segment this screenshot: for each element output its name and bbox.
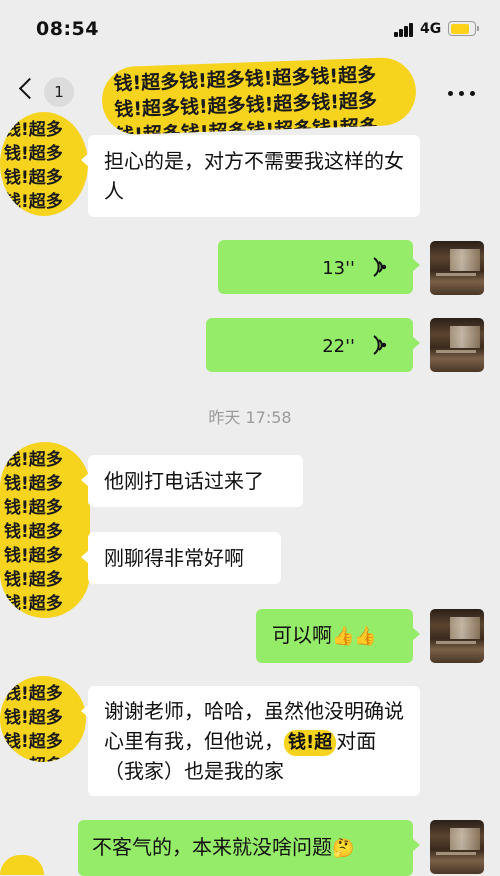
chevron-left-icon xyxy=(18,77,41,100)
voice-duration: 13'' xyxy=(322,258,355,279)
contact-avatar xyxy=(0,855,44,875)
message-text: 担心的是，对方不需要我这样的女人 xyxy=(104,149,404,203)
back-button[interactable]: 1 xyxy=(8,68,78,118)
thinking-face-icon: 🤔 xyxy=(332,837,355,859)
contact-avatar[interactable]: 钱!超多钱!超多钱!超多钱!超多钱!超多钱!超多钱!超多钱!超多钱!超多钱!超多… xyxy=(0,442,90,618)
contact-avatar[interactable]: 钱!超多钱!超多钱!超多钱!超多钱!超多钱!超多钱!超多钱!超多钱!超多钱!超多… xyxy=(0,112,88,216)
battery-icon xyxy=(448,21,479,36)
message-text: 可以啊 xyxy=(272,623,332,647)
message-text: 刚聊得非常好啊 xyxy=(104,546,244,570)
message-bubble-incoming[interactable]: 担心的是，对方不需要我这样的女人 xyxy=(81,135,420,217)
contact-avatar[interactable]: 钱!超多钱!超多钱!超多钱!超多钱!超多钱!超多钱!超多钱!超多钱!超多钱!超多… xyxy=(0,676,86,762)
status-bar: 08:54 4G xyxy=(0,0,500,58)
voice-duration: 22'' xyxy=(322,336,355,357)
unread-count-badge: 1 xyxy=(44,77,74,107)
contact-name-redaction: 钱!超多钱!超多钱!超多钱!超多钱!超多钱!超多钱!超多钱!超多钱!超多钱!超多… xyxy=(100,56,418,136)
message-bubble-outgoing[interactable]: 可以啊👍👍 xyxy=(256,609,420,663)
thumbs-up-icon: 👍👍 xyxy=(332,625,377,647)
voice-wave-icon xyxy=(373,335,387,355)
status-time: 08:54 xyxy=(36,18,99,40)
inline-redaction: 钱!超 xyxy=(284,729,337,756)
message-bubble-incoming[interactable]: 刚聊得非常好啊 xyxy=(81,532,281,584)
voice-message-outgoing[interactable]: 13'' xyxy=(218,240,420,294)
more-options-button[interactable] xyxy=(448,91,478,97)
my-avatar[interactable] xyxy=(430,318,484,372)
message-bubble-outgoing[interactable]: 不客气的，本来就没啥问题🤔 xyxy=(78,820,420,876)
message-bubble-incoming[interactable]: 他刚打电话过来了 xyxy=(81,455,303,507)
message-text: 不客气的，本来就没啥问题 xyxy=(92,835,332,859)
voice-wave-icon xyxy=(373,257,387,277)
message-bubble-incoming[interactable]: 谢谢老师，哈哈，虽然他没明确说心里有我，但他说， 钱!超 对面（我家）也是我的家 xyxy=(81,686,420,796)
my-avatar[interactable] xyxy=(430,609,484,663)
cellular-signal-icon xyxy=(394,23,414,37)
chat-timestamp: 昨天 17:58 xyxy=(208,408,292,427)
network-type: 4G xyxy=(420,21,442,37)
message-text: 他刚打电话过来了 xyxy=(104,469,264,493)
my-avatar[interactable] xyxy=(430,241,484,295)
voice-message-outgoing[interactable]: 22'' xyxy=(206,318,420,372)
